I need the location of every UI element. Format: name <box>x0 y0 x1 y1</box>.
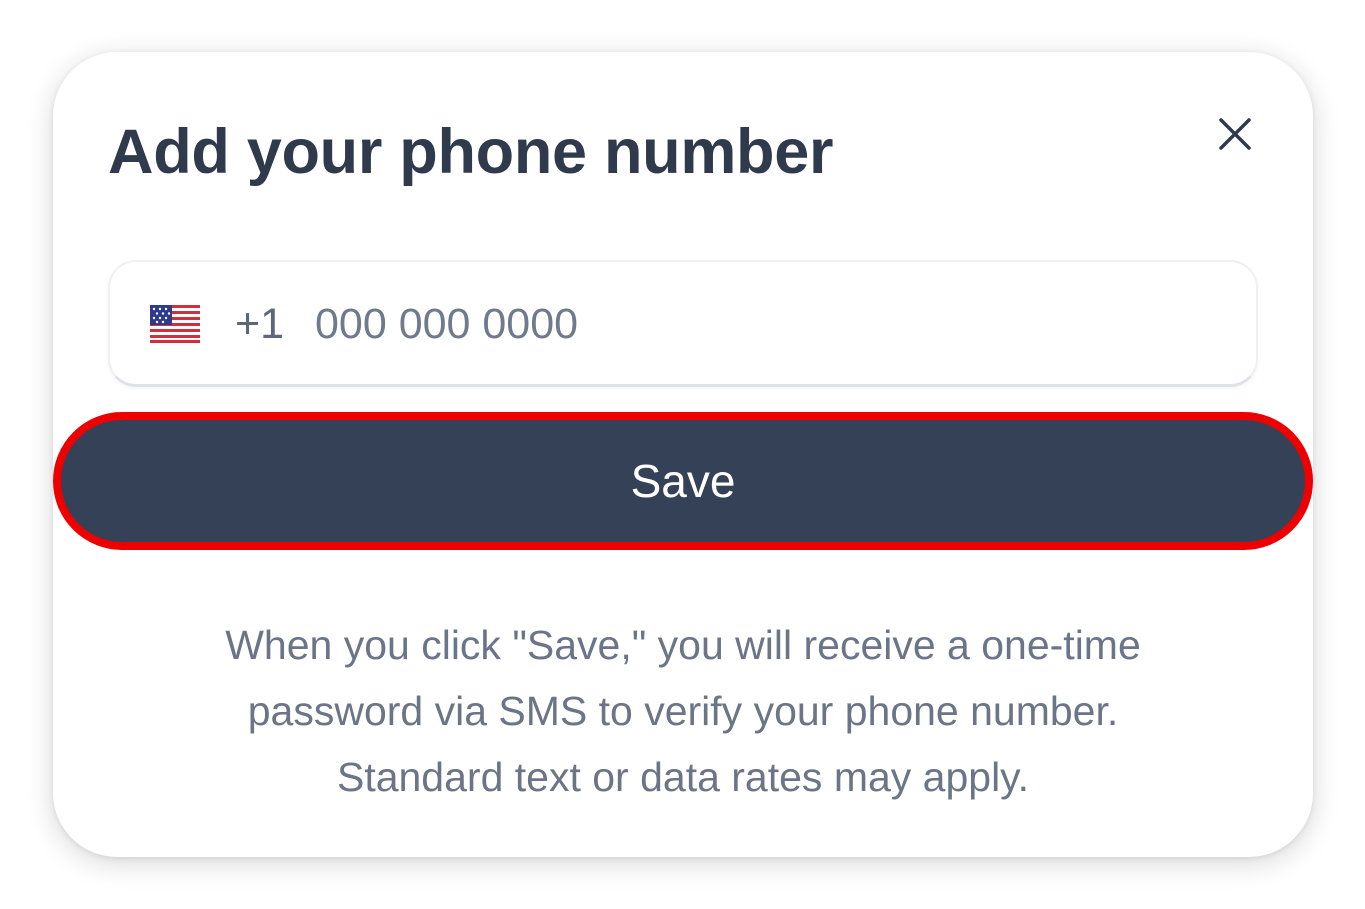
country-selector[interactable] <box>150 305 200 343</box>
disclaimer-line: password via SMS to verify your phone nu… <box>247 688 1119 734</box>
dial-code: +1 <box>235 300 285 348</box>
dialog-title: Add your phone number <box>108 117 834 187</box>
phone-number-dialog: Add your phone number +1 000 000 0000 Sa… <box>53 52 1313 857</box>
close-button[interactable] <box>1211 110 1259 158</box>
phone-field: +1 <box>108 260 1258 387</box>
disclaimer-line: Standard text or data rates may apply. <box>336 754 1030 800</box>
sms-disclaimer: When you click "Save," you will receive … <box>133 612 1233 810</box>
close-icon <box>1219 118 1251 150</box>
save-button[interactable]: Save <box>53 412 1313 550</box>
phone-input[interactable] <box>315 292 1215 356</box>
disclaimer-line: When you click "Save," you will receive … <box>225 622 1141 668</box>
us-flag-icon <box>150 305 200 343</box>
